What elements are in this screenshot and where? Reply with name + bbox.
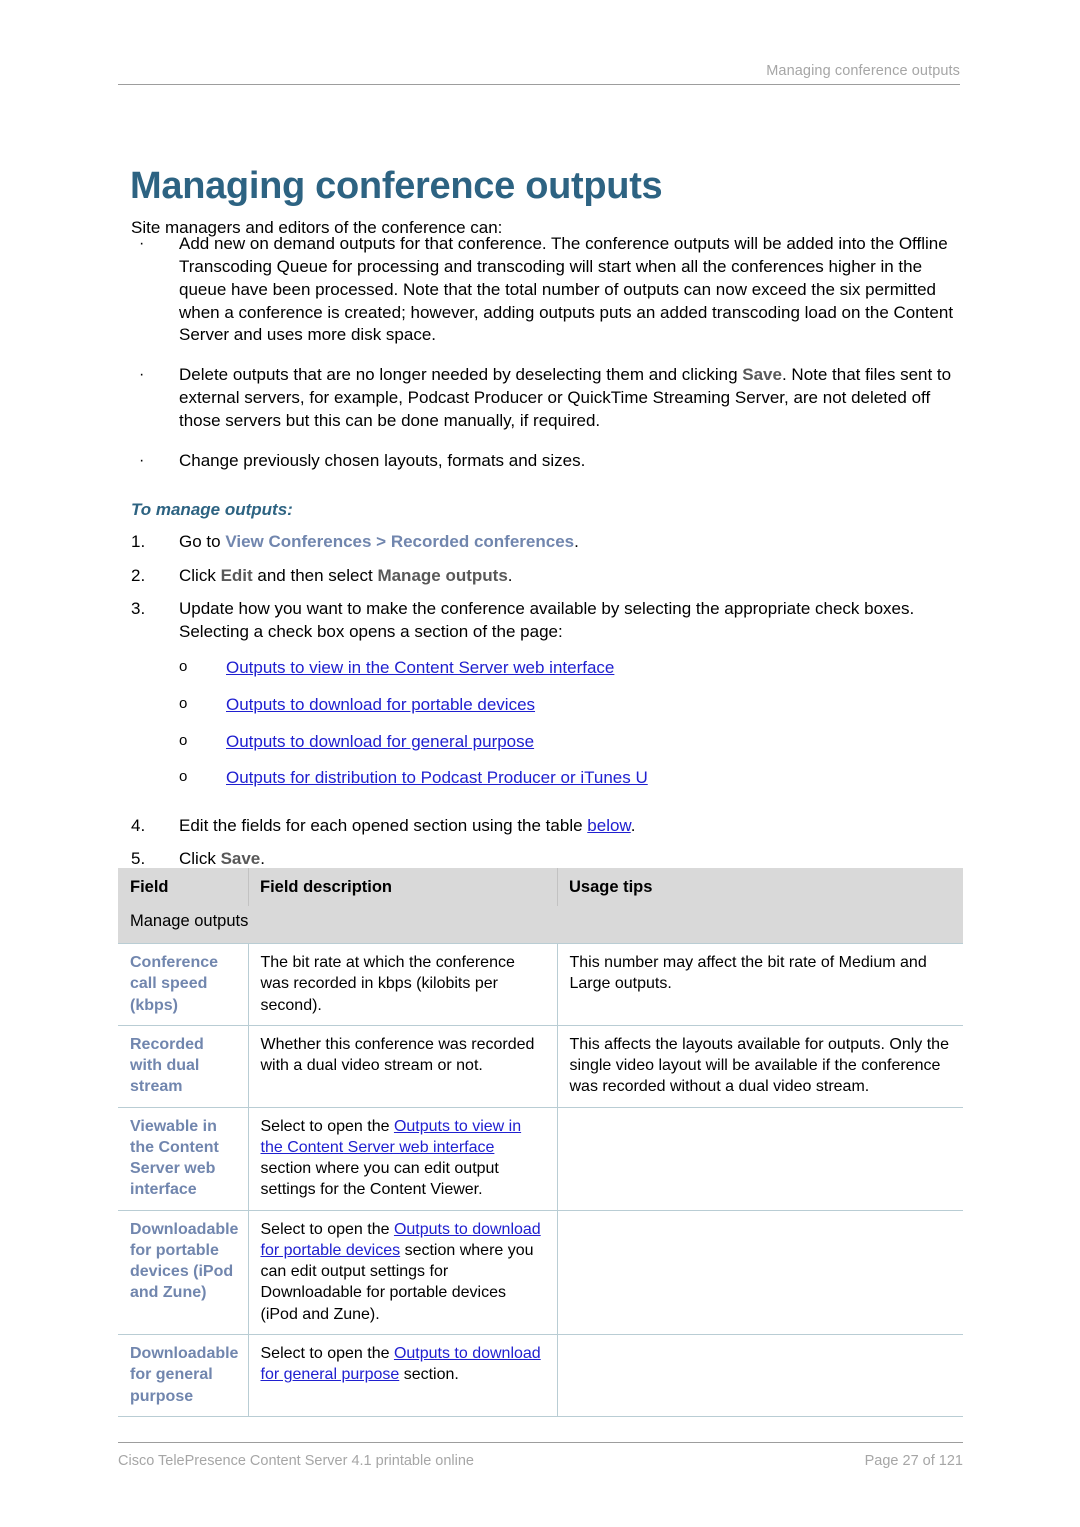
step-text: Go to View Conferences > Recorded confer…: [179, 531, 961, 554]
page-title: Managing conference outputs: [130, 165, 663, 208]
save-button-label: Save: [742, 365, 782, 385]
step4-text-post: .: [630, 815, 636, 835]
step1-text-pre: Go to: [179, 532, 226, 551]
section-link-list: o Outputs to view in the Content Server …: [179, 657, 961, 789]
cell-desc-pre: Select to open the: [260, 1117, 394, 1135]
bullet-marker-icon: ·: [139, 451, 145, 469]
list-item: o Outputs to download for portable devic…: [179, 694, 961, 717]
link-outputs-download-portable-devices[interactable]: Outputs to download for portable devices: [226, 694, 535, 717]
cell-description: Select to open the Outputs to download f…: [248, 1333, 558, 1417]
circle-bullet-icon: o: [179, 658, 188, 676]
footer-left-text: Cisco TelePresence Content Server 4.1 pr…: [118, 1453, 474, 1469]
list-item: · Change previously chosen layouts, form…: [131, 450, 961, 473]
table-row: Downloadable for portable devices (iPod …: [118, 1209, 963, 1335]
list-item: · Add new on demand outputs for that con…: [131, 233, 961, 347]
step1-text-post: .: [574, 532, 579, 551]
save-button-label: Save: [220, 849, 261, 869]
table-body: Conference call speed (kbps) The bit rat…: [118, 943, 963, 1417]
capabilities-bullet-list: · Add new on demand outputs for that con…: [131, 233, 961, 490]
circle-bullet-icon: o: [179, 731, 188, 749]
bullet-marker-icon: ·: [139, 366, 145, 384]
cell-field: Recorded with dual stream: [118, 1024, 249, 1108]
manage-outputs-menu-label: Manage outputs: [377, 565, 508, 585]
link-below[interactable]: below: [587, 816, 630, 835]
list-item: 4. Edit the fields for each opened secti…: [131, 815, 961, 838]
link-outputs-to-view-content-server[interactable]: Outputs to view in the Content Server we…: [226, 657, 614, 680]
cell-usage-tips: [557, 1106, 963, 1211]
table-row: Conference call speed (kbps) The bit rat…: [118, 943, 963, 1026]
list-item-text: Change previously chosen layouts, format…: [179, 450, 586, 470]
cell-desc-pre: Select to open the: [260, 1220, 394, 1238]
cell-usage-tips: [557, 1333, 963, 1417]
list-item: 3. Update how you want to make the confe…: [131, 598, 961, 804]
table-header-row: Field Field description Usage tips: [118, 868, 963, 906]
cell-usage-tips: [557, 1209, 963, 1335]
procedure-steps: 1. Go to View Conferences > Recorded con…: [131, 531, 961, 882]
step2-text-mid: and then select: [252, 565, 378, 585]
cell-field: Downloadable for portable devices (iPod …: [118, 1209, 249, 1335]
document-page: Managing conference outputs Managing con…: [0, 0, 1080, 1527]
table-row: Downloadable for general purpose Select …: [118, 1333, 963, 1417]
edit-button-label: Edit: [220, 565, 253, 585]
step-number: 2.: [131, 565, 146, 585]
table-row: Recorded with dual stream Whether this c…: [118, 1024, 963, 1108]
link-outputs-download-general-purpose[interactable]: Outputs to download for general purpose: [226, 731, 534, 754]
step-number: 4.: [131, 815, 146, 835]
step3-text: Update how you want to make the conferen…: [179, 599, 915, 641]
column-header-usage-tips: Usage tips: [557, 868, 963, 906]
list-item: o Outputs for distribution to Podcast Pr…: [179, 767, 961, 790]
cell-description: Select to open the Outputs to download f…: [248, 1209, 558, 1335]
step-number: 3.: [131, 599, 146, 619]
cell-description: Whether this conference was recorded wit…: [248, 1024, 558, 1108]
list-item-text: Add new on demand outputs for that confe…: [179, 234, 954, 345]
table-section-label: Manage outputs: [118, 906, 963, 944]
step2-text-pre: Click: [179, 565, 221, 585]
field-reference-table: Field Field description Usage tips Manag…: [118, 868, 963, 1417]
cell-description: The bit rate at which the conference was…: [248, 943, 558, 1026]
step5-text-post: .: [260, 849, 265, 869]
list-item-text: Delete outputs that are no longer needed…: [179, 364, 961, 433]
list-item: 2. Click Edit and then select Manage out…: [131, 565, 961, 588]
step-text: Edit the fields for each opened section …: [179, 815, 961, 838]
cell-field: Downloadable for general purpose: [118, 1333, 249, 1417]
cell-field: Viewable in the Content Server web inter…: [118, 1106, 249, 1211]
circle-bullet-icon: o: [179, 768, 188, 786]
cell-desc-pre: Select to open the: [260, 1344, 394, 1362]
step5-text-pre: Click: [179, 849, 221, 869]
column-header-field: Field: [118, 868, 248, 906]
cell-desc-post: section where you can edit output settin…: [260, 1160, 499, 1199]
cell-usage-tips: This number may affect the bit rate of M…: [557, 943, 963, 1026]
step2-text-post: .: [507, 565, 513, 585]
list-item: o Outputs to view in the Content Server …: [179, 657, 961, 680]
page-footer: Cisco TelePresence Content Server 4.1 pr…: [118, 1442, 963, 1469]
running-header: Managing conference outputs: [118, 62, 960, 85]
link-outputs-distribution-podcast-itunes[interactable]: Outputs for distribution to Podcast Prod…: [226, 767, 648, 790]
section-heading: To manage outputs:: [131, 500, 293, 519]
bullet-marker-icon: ·: [139, 235, 145, 252]
list-item: o Outputs to download for general purpos…: [179, 731, 961, 754]
nav-path-label: View Conferences > Recorded conferences: [225, 532, 575, 551]
step-text: Update how you want to make the conferen…: [179, 598, 961, 804]
footer-page-number: Page 27 of 121: [864, 1453, 963, 1469]
list-item: 1. Go to View Conferences > Recorded con…: [131, 531, 961, 554]
step4-text-pre: Edit the fields for each opened section …: [179, 815, 588, 835]
column-header-field-description: Field description: [248, 868, 557, 906]
cell-desc-post: section.: [399, 1366, 459, 1384]
cell-usage-tips: This affects the layouts available for o…: [557, 1024, 963, 1108]
table-row: Viewable in the Content Server web inter…: [118, 1106, 963, 1211]
list-item: · Delete outputs that are no longer need…: [131, 364, 961, 433]
circle-bullet-icon: o: [179, 695, 188, 713]
text-before-save-label: Delete outputs that are no longer needed…: [179, 365, 743, 385]
table-section-row: Manage outputs: [118, 906, 963, 944]
cell-field: Conference call speed (kbps): [118, 943, 249, 1026]
running-header-text: Managing conference outputs: [766, 63, 960, 79]
step-number: 1.: [131, 532, 146, 551]
step-text: Click Edit and then select Manage output…: [179, 565, 961, 588]
cell-description: Select to open the Outputs to view in th…: [248, 1106, 558, 1211]
table-header: Field Field description Usage tips Manag…: [118, 868, 963, 944]
